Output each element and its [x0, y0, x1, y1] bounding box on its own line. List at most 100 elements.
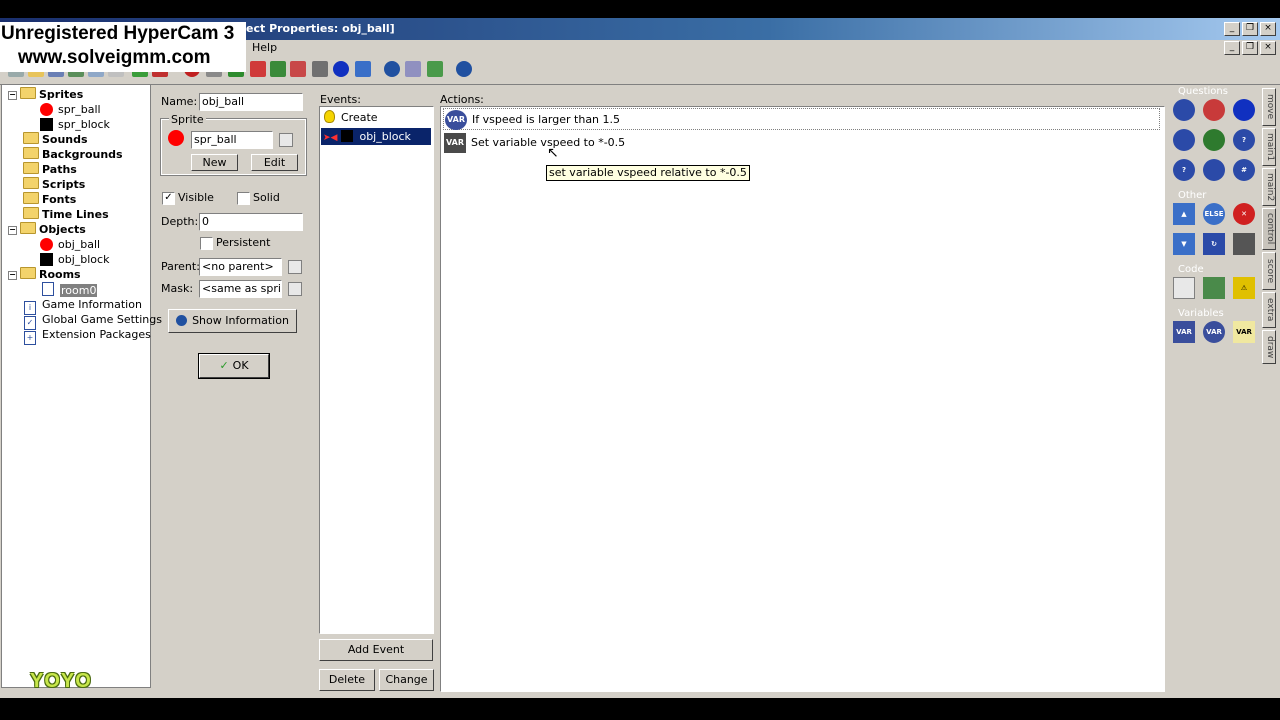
mask-label: Mask:	[161, 282, 194, 295]
check-collision-icon[interactable]	[1203, 99, 1225, 121]
add-font-icon[interactable]	[250, 61, 266, 77]
tree-spr-block[interactable]: spr_block	[40, 117, 110, 132]
menu-help[interactable]: Help	[252, 41, 277, 54]
delete-event-button[interactable]: Delete	[319, 669, 375, 691]
solid-checkbox[interactable]	[237, 192, 250, 205]
questions-section-label: Questions	[1178, 86, 1228, 97]
test-chance-icon[interactable]	[1203, 129, 1225, 151]
collapse-icon[interactable]: −	[8, 226, 17, 235]
call-parent-icon[interactable]	[1233, 233, 1255, 255]
name-field[interactable]: obj_ball	[199, 93, 303, 111]
mask-menu-icon[interactable]	[288, 282, 302, 296]
ok-button[interactable]: ✓ OK	[198, 353, 270, 379]
tree-extensions[interactable]: + Extension Packages	[24, 327, 151, 345]
execute-script-icon[interactable]	[1203, 277, 1225, 299]
execute-code-icon[interactable]	[1173, 277, 1195, 299]
show-information-button[interactable]: Show Information	[168, 309, 297, 333]
tree-scripts[interactable]: Scripts	[23, 177, 85, 192]
events-label: Events:	[320, 93, 361, 106]
child-close-button[interactable]: ×	[1260, 41, 1276, 55]
help-icon[interactable]	[456, 61, 472, 77]
set-variable-palette-icon[interactable]: VAR	[1173, 321, 1195, 343]
draw-variable-icon[interactable]: VAR	[1233, 321, 1255, 343]
tree-spr-ball[interactable]: spr_ball	[40, 102, 101, 117]
tree-sprites[interactable]: − Sprites	[8, 87, 83, 102]
event-create[interactable]: Create	[321, 109, 431, 126]
list-icon[interactable]	[405, 61, 421, 77]
restore-button[interactable]: ❐	[1242, 22, 1258, 36]
add-timeline-icon[interactable]	[270, 61, 286, 77]
tree-rooms[interactable]: − Rooms	[8, 267, 81, 282]
persistent-label: Persistent	[216, 236, 271, 249]
check-empty-icon[interactable]	[1173, 99, 1195, 121]
add-room-icon[interactable]	[312, 61, 328, 77]
mask-field[interactable]: <same as sprite>	[199, 280, 282, 298]
tree-fonts[interactable]: Fonts	[23, 192, 76, 207]
sprite-field[interactable]: spr_ball	[191, 131, 273, 149]
else-icon[interactable]: ELSE	[1203, 203, 1225, 225]
child-minimize-button[interactable]: _	[1224, 41, 1240, 55]
tree-obj-ball[interactable]: obj_ball	[40, 237, 100, 252]
end-block-icon[interactable]: ▼	[1173, 233, 1195, 255]
test-instance-count-icon[interactable]	[1173, 129, 1195, 151]
tree-objects[interactable]: − Objects	[8, 222, 86, 237]
test-expression-icon[interactable]: ?	[1173, 159, 1195, 181]
action-if-vspeed[interactable]: VAR If vspeed is larger than 1.5	[443, 108, 1160, 130]
game-info-icon[interactable]	[333, 61, 349, 77]
parent-menu-icon[interactable]	[288, 260, 302, 274]
add-object-icon[interactable]	[290, 61, 306, 77]
event-collision-obj-block[interactable]: ➤◀ obj_block	[321, 128, 431, 145]
tree-timelines[interactable]: Time Lines	[23, 207, 109, 222]
repeat-icon[interactable]: ↻	[1203, 233, 1225, 255]
depth-field[interactable]: 0	[199, 213, 303, 231]
change-event-button[interactable]: Change	[379, 669, 434, 691]
folder-icon	[20, 267, 36, 279]
sprite-menu-icon[interactable]	[279, 133, 293, 147]
persistent-checkbox[interactable]	[200, 237, 213, 250]
global-settings-icon[interactable]	[355, 61, 371, 77]
extensions-icon[interactable]	[427, 61, 443, 77]
collapse-icon[interactable]: −	[8, 91, 17, 100]
tree-room0[interactable]: room0	[42, 282, 98, 297]
check-grid-icon[interactable]: #	[1233, 159, 1255, 181]
parent-field[interactable]: <no parent>	[199, 258, 282, 276]
tab-extra[interactable]: extra	[1262, 292, 1276, 328]
tree-sounds[interactable]: Sounds	[23, 132, 88, 147]
tab-control[interactable]: control	[1262, 208, 1276, 250]
other-section-label: Other	[1178, 190, 1207, 201]
tree-backgrounds[interactable]: Backgrounds	[23, 147, 123, 162]
close-button[interactable]: ×	[1260, 22, 1276, 36]
lightbulb-icon	[324, 110, 335, 123]
exit-event-icon[interactable]: ✕	[1233, 203, 1255, 225]
start-block-icon[interactable]: ▲	[1173, 203, 1195, 225]
tab-main1[interactable]: main1	[1262, 128, 1276, 166]
mouse-cursor-icon: ↖	[547, 145, 559, 161]
tab-move[interactable]: move	[1262, 88, 1276, 126]
check-object-icon[interactable]	[1233, 99, 1255, 121]
folder-icon	[23, 147, 39, 159]
test-variable-palette-icon[interactable]: VAR	[1203, 321, 1225, 343]
tab-main2[interactable]: main2	[1262, 168, 1276, 206]
tree-global-settings[interactable]: ✓ Global Game Settings	[24, 312, 162, 330]
tab-score[interactable]: score	[1262, 252, 1276, 290]
tree-obj-block[interactable]: obj_block	[40, 252, 109, 267]
edit-sprite-button[interactable]: Edit	[251, 154, 298, 171]
comment-warning-icon[interactable]: ⚠	[1233, 277, 1255, 299]
visible-checkbox[interactable]: ✓	[162, 192, 175, 205]
extension-doc-icon: +	[24, 331, 36, 345]
resource-tree: − Sprites spr_ball spr_block Sounds Backg…	[1, 84, 162, 688]
info-icon[interactable]	[384, 61, 400, 77]
red-ball-icon	[40, 238, 53, 251]
check-question-icon[interactable]: ?	[1233, 129, 1255, 151]
app-window: ect Properties: obj_ball] _ ❐ × Help _ ❐…	[0, 18, 1280, 698]
code-section-label: Code	[1178, 264, 1204, 275]
minimize-button[interactable]: _	[1224, 22, 1240, 36]
tab-draw[interactable]: draw	[1262, 330, 1276, 364]
new-sprite-button[interactable]: New	[191, 154, 238, 171]
child-restore-button[interactable]: ❐	[1242, 41, 1258, 55]
collapse-icon[interactable]: −	[8, 271, 17, 280]
tree-game-info[interactable]: i Game Information	[24, 297, 142, 315]
add-event-button[interactable]: Add Event	[319, 639, 433, 661]
check-mouse-icon[interactable]	[1203, 159, 1225, 181]
tree-paths[interactable]: Paths	[23, 162, 77, 177]
